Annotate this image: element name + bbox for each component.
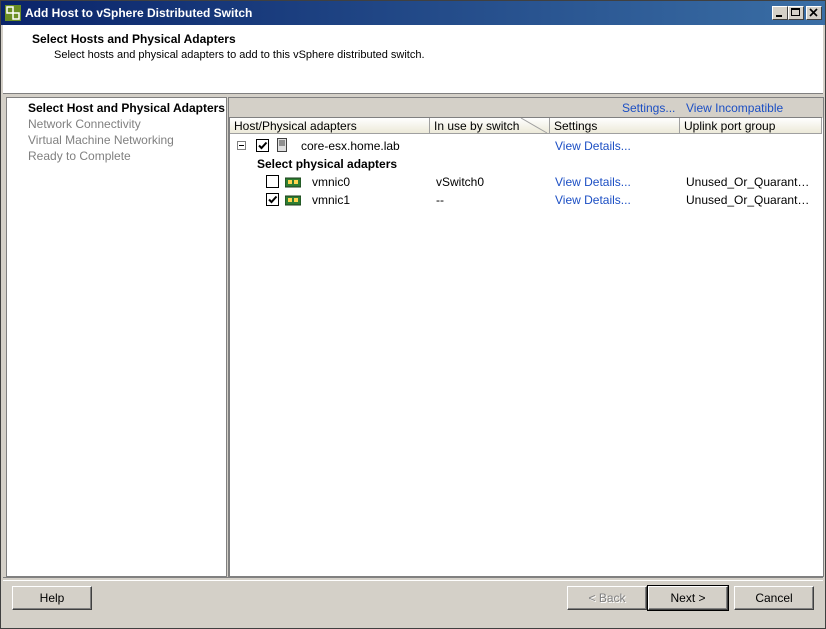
step-select-host: Select Host and Physical Adapters bbox=[28, 101, 225, 115]
host-checkbox[interactable] bbox=[256, 139, 269, 152]
cancel-button[interactable]: Cancel bbox=[734, 586, 814, 610]
vmnic0-name: vmnic0 bbox=[312, 175, 351, 189]
main-panel: Settings... View Incompatible Hosts... H… bbox=[228, 97, 824, 577]
vmnic1-in-use: -- bbox=[436, 193, 444, 207]
network-adapter-icon bbox=[285, 177, 301, 188]
window-title: Add Host to vSphere Distributed Switch bbox=[25, 6, 253, 20]
host-view-details-link[interactable]: View Details... bbox=[555, 139, 631, 153]
step-network-connectivity: Network Connectivity bbox=[28, 117, 141, 131]
vmnic1-view-details-link[interactable]: View Details... bbox=[555, 193, 631, 207]
toolbar-links: Settings... View Incompatible Hosts... bbox=[229, 98, 823, 129]
close-button[interactable] bbox=[806, 6, 822, 20]
vmnic0-in-use: vSwitch0 bbox=[436, 175, 485, 189]
column-header-in-use[interactable]: In use by switch bbox=[430, 118, 550, 134]
column-resize-icon bbox=[520, 118, 548, 134]
vmnic1-name: vmnic1 bbox=[312, 193, 351, 207]
help-button[interactable]: Help bbox=[12, 586, 92, 610]
column-header-settings[interactable]: Settings bbox=[550, 118, 680, 134]
select-physical-adapters-label: Select physical adapters bbox=[257, 157, 398, 171]
checkmark-icon bbox=[268, 195, 278, 204]
back-button[interactable]: < Back bbox=[567, 586, 647, 610]
vmnic0-uplink: Unused_Or_Quarantined_Uplinks bbox=[686, 175, 812, 189]
step-vm-networking: Virtual Machine Networking bbox=[28, 133, 174, 147]
footer-divider bbox=[3, 577, 823, 581]
wizard-header: Select Hosts and Physical Adapters Selec… bbox=[3, 25, 823, 94]
title-bar: Add Host to vSphere Distributed Switch bbox=[1, 1, 825, 25]
vmnic0-checkbox[interactable] bbox=[266, 175, 279, 188]
vmnic0-view-details-link[interactable]: View Details... bbox=[555, 175, 631, 189]
maximize-button[interactable] bbox=[788, 6, 804, 20]
minimize-icon bbox=[776, 15, 782, 17]
collapse-icon[interactable] bbox=[237, 141, 246, 150]
vmnic1-checkbox[interactable] bbox=[266, 193, 279, 206]
vsphere-app-icon bbox=[5, 5, 21, 21]
maximize-icon bbox=[791, 8, 800, 16]
minimize-button[interactable] bbox=[772, 6, 788, 20]
network-adapter-icon bbox=[285, 195, 301, 206]
server-icon bbox=[277, 138, 287, 152]
close-icon bbox=[809, 8, 818, 17]
host-name: core-esx.home.lab bbox=[301, 139, 400, 153]
column-header-uplink[interactable]: Uplink port group bbox=[680, 118, 822, 134]
page-title: Select Hosts and Physical Adapters bbox=[32, 32, 236, 46]
host-adapter-grid: Host/Physical adapters In use by switch … bbox=[229, 117, 822, 576]
step-ready-to-complete: Ready to Complete bbox=[28, 149, 131, 163]
column-header-host[interactable]: Host/Physical adapters bbox=[230, 118, 430, 134]
vmnic1-uplink: Unused_Or_Quarantined_Uplinks bbox=[686, 193, 812, 207]
checkmark-icon bbox=[258, 141, 268, 150]
wizard-steps: Select Host and Physical Adapters Networ… bbox=[6, 97, 227, 577]
next-button[interactable]: Next > bbox=[647, 585, 729, 611]
page-subtitle: Select hosts and physical adapters to ad… bbox=[54, 49, 425, 61]
settings-link[interactable]: Settings... bbox=[622, 101, 675, 115]
dialog-window: Add Host to vSphere Distributed Switch S… bbox=[0, 0, 826, 629]
